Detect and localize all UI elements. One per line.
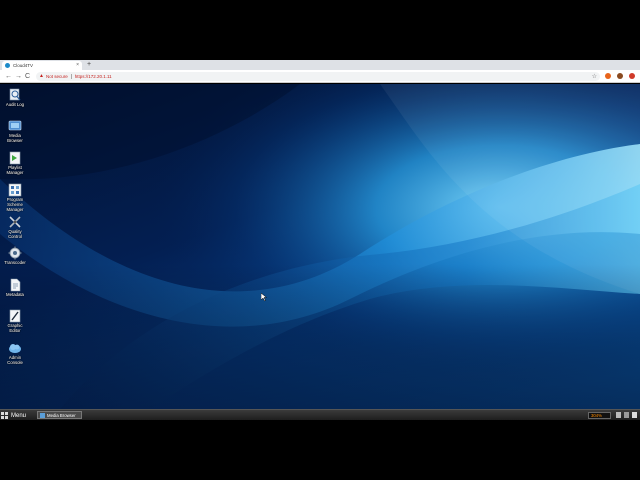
back-button[interactable]: ← [5, 72, 12, 81]
menu-grid-icon [1, 412, 8, 419]
desktop-icon-label: Audit Log [5, 102, 25, 107]
desktop-icon-label: Quality Control [8, 229, 22, 239]
desktop-icon-audit-log[interactable]: Audit Log [2, 88, 28, 107]
admin-console-icon [9, 344, 21, 353]
desktop-icon-playlist-manager[interactable]: Playlist Manager [2, 151, 28, 175]
desktop-icon-label: Transcoder [4, 260, 26, 265]
tab-strip: Cloud4TV × + [0, 60, 640, 70]
desktop-icon-graphic-editor[interactable]: Graphic Editor [2, 309, 28, 333]
bookmark-star-icon[interactable]: ☆ [592, 74, 597, 80]
reload-button[interactable]: C [25, 72, 30, 81]
extension-icon[interactable] [605, 73, 611, 79]
desktop-icon-media-browser[interactable]: Media Browser [2, 119, 28, 143]
tab-close-icon[interactable]: × [76, 63, 79, 68]
tray-volume-icon[interactable] [624, 412, 629, 418]
media-browser-icon [8, 120, 22, 131]
forward-button[interactable]: → [15, 72, 22, 81]
desktop-icon-quality-control[interactable]: Quality Control [2, 215, 28, 239]
profile-avatar-icon[interactable] [617, 73, 623, 79]
url-text[interactable]: https://172.20.1.11 [75, 74, 112, 79]
taskbar-window-label: Media Browser [47, 412, 76, 418]
mouse-cursor-icon [261, 293, 267, 302]
taskbar-window-media-browser[interactable]: Media Browser [37, 411, 82, 419]
desktop-wallpaper [0, 84, 640, 409]
desktop-icon-label: Media Browser [7, 133, 23, 143]
desktop-icon-label: Admin Console [7, 355, 23, 365]
graphic-editor-icon [9, 309, 21, 323]
tab-favicon-icon [5, 63, 10, 68]
start-menu-button[interactable]: Menu [1, 411, 26, 420]
divider [70, 74, 72, 79]
desktop-icon-label: Playlist Manager [6, 165, 24, 175]
tray-notification-icon[interactable] [632, 412, 637, 418]
warning-icon: ▲ [39, 73, 44, 79]
browser-menu-icon[interactable] [629, 73, 635, 79]
desktop-icon-label: Metadata [6, 292, 24, 297]
program-scheme-manager-icon [8, 183, 22, 197]
remote-desktop[interactable]: Audit Log Media Browser Playlist Manager… [0, 84, 640, 409]
quality-control-icon [9, 216, 21, 228]
tray-network-icon[interactable] [616, 412, 621, 418]
desktop-icon-program-scheme-manager[interactable]: Program Scheme Manager [2, 183, 28, 212]
security-indicator[interactable]: Not secure [46, 74, 68, 79]
audit-log-icon [9, 88, 21, 101]
browser-tab[interactable]: Cloud4TV × [2, 61, 82, 70]
transcoder-icon [8, 246, 22, 260]
browser-toolbar: ← → C ▲ Not secure https://172.20.1.11 ☆ [0, 70, 640, 83]
desktop-icon-metadata[interactable]: Metadata [2, 278, 28, 297]
taskbar: Menu Media Browser 304% [0, 409, 640, 420]
desktop-icon-transcoder[interactable]: Transcoder [2, 246, 28, 265]
media-browser-icon [40, 412, 45, 418]
video-letterbox-top [0, 0, 640, 60]
menu-label: Menu [11, 412, 27, 419]
desktop-icon-label: Graphic Editor [7, 323, 23, 333]
metadata-icon [10, 278, 21, 292]
cpu-meter[interactable]: 304% [588, 412, 611, 419]
desktop-icon-admin-console[interactable]: Admin Console [2, 341, 28, 365]
playlist-manager-icon [9, 151, 21, 165]
video-letterbox-bottom [0, 420, 640, 480]
new-tab-button[interactable]: + [87, 61, 91, 69]
desktop-icon-label: Program Scheme Manager [6, 197, 24, 212]
address-bar[interactable]: ▲ Not secure https://172.20.1.11 ☆ [36, 72, 600, 81]
tab-title: Cloud4TV [13, 63, 34, 68]
browser-window: Cloud4TV × + ← → C ▲ Not secure https://… [0, 60, 640, 420]
